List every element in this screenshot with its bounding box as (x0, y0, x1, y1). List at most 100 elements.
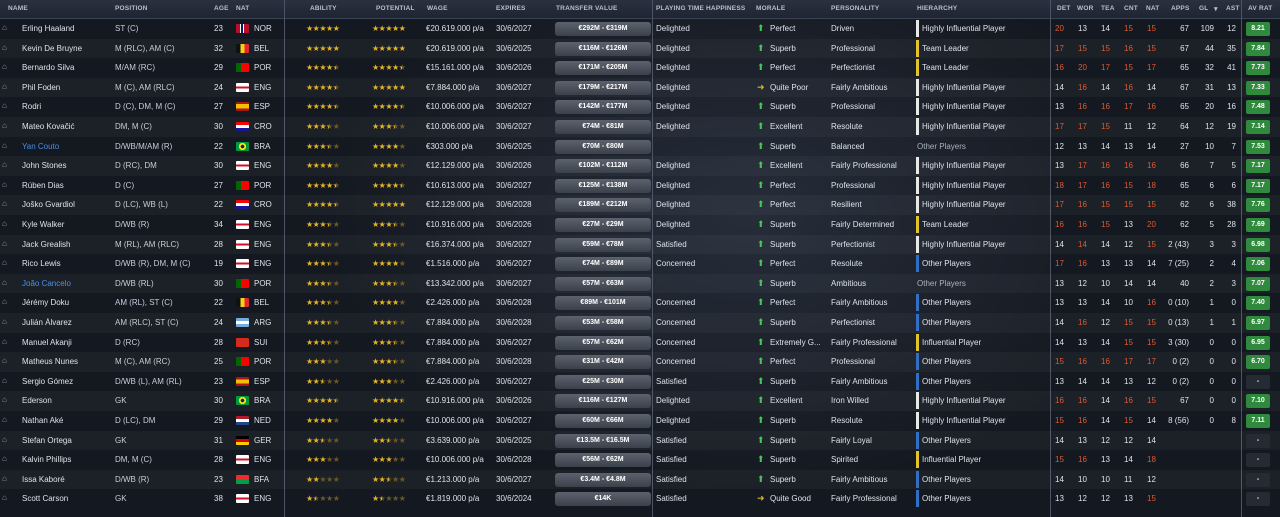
attribute-det: 15 (1055, 357, 1064, 367)
table-row[interactable]: ⌂ Scott CarsonGK 38 ENG ★★★★★★ ★★★★★★ €1.819.0… (0, 489, 1280, 509)
player-name[interactable]: Rúben Dias (22, 181, 112, 191)
header-position[interactable]: POSITION (115, 5, 148, 12)
table-row[interactable]: ⌂ Kyle WalkerD/WB (R) 34 ENG ★★★★★★ ★★★★★★ €10… (0, 215, 1280, 235)
playing-time-happiness: Concerned (656, 298, 696, 308)
table-row[interactable]: ⌂ Erling Haaland ST (C) 23 NOR ★★★★★ ★★★★★ €20.… (0, 19, 1280, 39)
header-tea[interactable]: TEA (1101, 5, 1115, 12)
player-name[interactable]: Ederson (22, 396, 112, 406)
player-morale: Excellent (770, 161, 803, 171)
player-appearances: 7 (25) (1168, 259, 1189, 269)
player-status-icon: ⌂ (2, 219, 7, 228)
header-age[interactable]: AGE (214, 5, 229, 12)
header-hierarchy[interactable]: HIERARCHY (917, 5, 957, 12)
hierarchy-bar (916, 39, 919, 57)
ability-stars: ★★★★★★ (306, 180, 340, 190)
header-morale[interactable]: MORALE (756, 5, 785, 12)
table-row[interactable]: ⌂ Phil Foden M (C), AM (RLC) 24 ENG ★★★★★ ★★★★… (0, 78, 1280, 98)
player-name[interactable]: Kevin De Bruyne (22, 44, 112, 54)
player-name[interactable]: John Stones (22, 161, 112, 171)
table-row[interactable]: ⌂Yan CoutoD/WB/M/AM (R)22BRA★★★★★★★★★★★€… (0, 137, 1280, 157)
player-name[interactable]: Rico Lewis (22, 259, 112, 269)
attribute-nat2: 15 (1147, 24, 1156, 33)
table-row[interactable]: ⌂ Stefan OrtegaGK 31 GER ★★★★★★ ★★★★★★ €3.639.… (0, 431, 1280, 451)
player-name[interactable]: Nathan Aké (22, 416, 112, 426)
player-name[interactable]: Matheus Nunes (22, 357, 112, 367)
table-row[interactable]: ⌂ Jack Grealish M (RL), AM (RLC) 28 ENG ★★★★ ★… (0, 235, 1280, 255)
hierarchy-bar (916, 78, 919, 96)
header-wage[interactable]: WAGE (427, 5, 448, 12)
player-name[interactable]: Bernardo Silva (22, 63, 112, 73)
header-wor[interactable]: WOR (1077, 5, 1094, 12)
table-row[interactable]: ⌂ Manuel AkanjiD (RC) 28 SUI ★★★★★★ ★★★★★★ €7.… (0, 333, 1280, 353)
player-name[interactable]: Manuel Akanji (22, 338, 112, 348)
attribute-wor: 16 (1078, 82, 1087, 92)
player-morale: Superb (770, 416, 796, 425)
header-assists[interactable]: AST (1226, 5, 1240, 12)
header-personality[interactable]: PERSONALITY (831, 5, 879, 12)
sort-chevron-icon[interactable]: ▾ (1214, 5, 1218, 13)
player-name[interactable]: Rodri (22, 102, 112, 112)
player-name[interactable]: Mateo Kovačić (22, 122, 112, 132)
attribute-det: 17 (1055, 200, 1064, 210)
table-row[interactable]: ⌂ Bernardo SilvaM/AM (RC) 29 POR ★★★★★★ ★★★★★… (0, 58, 1280, 78)
playing-time-happiness: Satisfied (656, 455, 687, 465)
player-goals: 1 (1209, 318, 1214, 327)
player-name[interactable]: Phil Foden (22, 83, 112, 93)
table-row[interactable]: ⌂ Rúben DiasD (C) 27 POR ★★★★★★ ★★★★★★ €10.613… (0, 176, 1280, 196)
transfer-value-badge: €189M - €212M (555, 198, 651, 213)
table-row[interactable]: ⌂ João CanceloD/WB (RL) 30 POR ★★★★★★ ★★★★★★ €… (0, 274, 1280, 294)
header-transfer-value[interactable]: TRANSFER VALUE (556, 5, 618, 12)
player-name[interactable]: Stefan Ortega (22, 436, 112, 446)
table-row[interactable]: ⌂ RodriD (C), DM, M (C) 27 ESP ★★★★★★ ★★★★★★ €… (0, 97, 1280, 117)
player-appearances: 62 (1180, 200, 1189, 210)
table-row[interactable]: ⌂ John Stones D (RC), DM 30 ENG ★★★★★ ★★★★★ €12… (0, 156, 1280, 176)
player-name[interactable]: Yan Couto (22, 142, 112, 152)
header-cnt[interactable]: CNT (1124, 5, 1138, 12)
header-av-rating[interactable]: AV RAT (1248, 5, 1272, 12)
attribute-wor: 16 (1078, 396, 1087, 406)
player-assists: 38 (1227, 200, 1236, 210)
header-expires[interactable]: EXPIRES (496, 5, 526, 12)
table-row[interactable]: ⌂ Rico Lewis D/WB (R), DM, M (C) 19 ENG ★★★★ ★… (0, 254, 1280, 274)
table-row[interactable]: ⌂Issa KaboréD/WB (R)23BFA★★★★★★★★★★★€1.2… (0, 470, 1280, 490)
player-name[interactable]: Issa Kaboré (22, 475, 112, 485)
player-nationality: BEL (254, 43, 270, 53)
player-status-icon: ⌂ (2, 238, 7, 248)
table-row[interactable]: ⌂ Sergio Gómez D/WB (L), AM (RL) 23 ESP ★★★ ★★… (0, 372, 1280, 392)
average-rating: 6.70 (1246, 355, 1270, 370)
attribute-wor: 15 (1078, 43, 1087, 53)
header-det[interactable]: DET (1057, 5, 1071, 12)
table-row[interactable]: ⌂ Mateo KovačićDM, M (C) 30 CRO ★★★★★★ ★★★★★★… (0, 117, 1280, 137)
header-nat-attr[interactable]: NAT (1146, 5, 1159, 12)
attribute-det: 16 (1055, 396, 1064, 406)
potential-stars: ★★★★★★ (372, 220, 406, 229)
ability-stars: ★★★★★ (306, 416, 340, 425)
header-goals[interactable]: GL (1199, 5, 1208, 12)
header-apps[interactable]: APPS (1171, 5, 1190, 12)
header-potential[interactable]: POTENTIAL (376, 5, 415, 12)
table-row[interactable]: ⌂ Kalvin Phillips DM, M (C) 28 ENG ★★★★★ ★★★★★… (0, 450, 1280, 470)
header-ability[interactable]: ABILITY (310, 5, 337, 12)
table-row[interactable]: ⌂ Kevin De Bruyne M (RLC), AM (C) 32 BEL ★★★★… (0, 39, 1280, 59)
player-name[interactable]: João Cancelo (22, 279, 112, 289)
player-name[interactable]: Jack Grealish (22, 240, 112, 250)
player-name[interactable]: Joško Gvardiol (22, 200, 112, 210)
table-row[interactable]: ⌂ Jérémy Doku AM (RL), ST (C) 22 BEL ★★★★ ★ ★★★… (0, 293, 1280, 313)
header-name[interactable]: NAME (8, 5, 28, 12)
table-row[interactable]: ⌂ EdersonGK 30 BRA ★★★★★★ ★★★★★★ €10.916.000 p… (0, 391, 1280, 411)
player-name[interactable]: Kalvin Phillips (22, 455, 112, 465)
header-nat[interactable]: NAT (236, 5, 249, 12)
player-name[interactable]: Jérémy Doku (22, 298, 112, 308)
header-playing-time-happiness[interactable]: PLAYING TIME HAPPINESS (656, 5, 745, 12)
table-row[interactable]: ⌂ Julián Álvarez AM (RLC), ST (C) 24 ARG ★★★★… (0, 313, 1280, 333)
player-name[interactable]: Julián Álvarez (22, 318, 112, 328)
table-row[interactable]: ⌂ Joško Gvardiol D (LC), WB (L) 22 CRO ★★★★★ ★… (0, 195, 1280, 215)
table-row[interactable]: ⌂ Nathan Aké D (LC), DM 29 NED ★★★★★ ★★★★★ €10.… (0, 411, 1280, 431)
player-name[interactable]: Erling Haaland (22, 24, 112, 34)
player-name[interactable]: Kyle Walker (22, 220, 112, 230)
table-row[interactable]: ⌂ Matheus Nunes M (C), AM (RC) 25 POR ★★★★★ ★★… (0, 352, 1280, 372)
transfer-value-badge: €116M - €127M (555, 394, 651, 409)
player-name[interactable]: Scott Carson (22, 494, 112, 504)
attribute-nat2: 17 (1147, 63, 1156, 73)
player-name[interactable]: Sergio Gómez (22, 377, 112, 387)
